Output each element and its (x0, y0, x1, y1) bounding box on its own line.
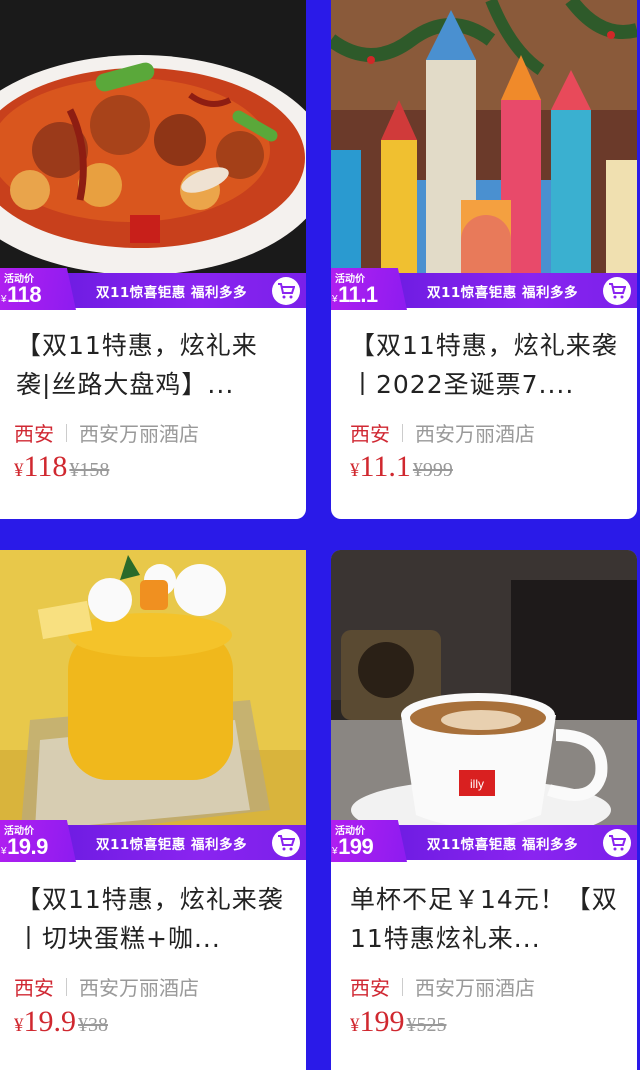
location-row: 西安 西安万丽酒店 (14, 972, 199, 1001)
promo-text: 双11惊喜钜惠 福利多多 (96, 836, 247, 853)
product-image[interactable] (0, 550, 306, 860)
activity-price-value: 199 (338, 834, 374, 859)
promo-banner: 双11惊喜钜惠 福利多多 活动价 ¥11.1 (331, 268, 637, 310)
original-price: ¥158 (69, 459, 110, 481)
svg-text:illy: illy (470, 777, 484, 791)
product-title[interactable]: 【双11特惠，炫礼来袭丨2022圣诞票7.... (350, 326, 623, 404)
original-price: ¥38 (78, 1014, 108, 1036)
product-card[interactable]: illy 双11惊喜钜惠 福利多多 活动价 ¥199 单杯不足￥14元！【双11… (331, 550, 637, 1070)
price-symbol: ¥ (350, 1015, 360, 1036)
city-label: 西安 (350, 976, 390, 1000)
activity-price: ¥11.1 (332, 282, 378, 308)
current-price: ¥11.1 (350, 450, 411, 484)
location-row: 西安 西安万丽酒店 (350, 972, 535, 1001)
store-name: 西安万丽酒店 (79, 422, 199, 446)
price-symbol: ¥ (14, 1015, 24, 1036)
product-image[interactable] (331, 0, 637, 308)
product-card[interactable]: 双11惊喜钜惠 福利多多 活动价 ¥19.9 【双11特惠，炫礼来袭丨切块蛋糕+… (0, 550, 306, 1070)
promo-banner: 双11惊喜钜惠 福利多多 活动价 ¥118 (0, 268, 306, 310)
yen-symbol: ¥ (1, 294, 7, 305)
store-name: 西安万丽酒店 (415, 976, 535, 1000)
current-price: ¥199 (350, 1005, 405, 1039)
current-price-value: 11.1 (359, 450, 411, 483)
current-price-value: 19.9 (23, 1005, 77, 1038)
activity-price-badge: 活动价 ¥118 (0, 268, 76, 310)
current-price-value: 199 (359, 1005, 405, 1038)
product-card[interactable]: 双11惊喜钜惠 福利多多 活动价 ¥118 【双11特惠，炫礼来袭|丝路大盘鸡】… (0, 0, 306, 519)
promo-text: 双11惊喜钜惠 福利多多 (427, 284, 578, 301)
activity-price-badge: 活动价 ¥199 (331, 820, 407, 862)
promo-strip: 双11惊喜钜惠 福利多多 (371, 825, 637, 860)
product-title[interactable]: 单杯不足￥14元！【双11特惠炫礼来... (350, 880, 623, 958)
city-label: 西安 (350, 422, 390, 446)
price-symbol: ¥ (14, 460, 24, 481)
store-name: 西安万丽酒店 (79, 976, 199, 1000)
current-price: ¥19.9 (14, 1005, 76, 1039)
original-price: ¥525 (406, 1014, 447, 1036)
price-symbol: ¥ (350, 460, 360, 481)
product-card[interactable]: 双11惊喜钜惠 福利多多 活动价 ¥11.1 【双11特惠，炫礼来袭丨2022圣… (331, 0, 637, 519)
activity-price-badge: 活动价 ¥19.9 (0, 820, 76, 862)
activity-price-value: 11.1 (338, 282, 378, 307)
current-price: ¥118 (14, 450, 67, 484)
promo-banner: 双11惊喜钜惠 福利多多 活动价 ¥199 (331, 820, 637, 862)
yen-symbol: ¥ (332, 846, 338, 857)
cart-icon[interactable] (603, 277, 631, 305)
product-image[interactable]: illy (331, 550, 637, 860)
cart-icon[interactable] (603, 829, 631, 857)
current-price-value: 118 (23, 450, 68, 483)
promo-strip: 双11惊喜钜惠 福利多多 (40, 825, 306, 860)
cart-icon[interactable] (272, 277, 300, 305)
activity-price-value: 19.9 (7, 834, 48, 859)
product-image[interactable] (0, 0, 306, 308)
product-title[interactable]: 【双11特惠，炫礼来袭|丝路大盘鸡】... (16, 326, 292, 404)
promo-strip: 双11惊喜钜惠 福利多多 (371, 273, 637, 308)
city-label: 西安 (14, 976, 54, 1000)
product-title[interactable]: 【双11特惠，炫礼来袭丨切块蛋糕+咖... (16, 880, 292, 958)
price-row: ¥19.9 ¥38 (14, 1005, 108, 1039)
store-name: 西安万丽酒店 (415, 422, 535, 446)
divider (402, 423, 403, 442)
activity-price: ¥199 (332, 834, 374, 860)
activity-price: ¥118 (1, 282, 42, 308)
location-row: 西安 西安万丽酒店 (350, 418, 535, 447)
promo-strip: 双11惊喜钜惠 福利多多 (40, 273, 306, 308)
city-label: 西安 (14, 422, 54, 446)
activity-price: ¥19.9 (1, 834, 48, 860)
promo-text: 双11惊喜钜惠 福利多多 (427, 836, 578, 853)
divider (402, 977, 403, 996)
promo-text: 双11惊喜钜惠 福利多多 (96, 284, 247, 301)
divider (66, 423, 67, 442)
yen-symbol: ¥ (1, 846, 7, 857)
yen-symbol: ¥ (332, 294, 338, 305)
divider (66, 977, 67, 996)
location-row: 西安 西安万丽酒店 (14, 418, 199, 447)
cart-icon[interactable] (272, 829, 300, 857)
activity-price-value: 118 (7, 282, 42, 307)
activity-price-badge: 活动价 ¥11.1 (331, 268, 407, 310)
price-row: ¥11.1 ¥999 (350, 450, 453, 484)
price-row: ¥118 ¥158 (14, 450, 109, 484)
original-price: ¥999 (412, 459, 453, 481)
price-row: ¥199 ¥525 (350, 1005, 447, 1039)
promo-banner: 双11惊喜钜惠 福利多多 活动价 ¥19.9 (0, 820, 306, 862)
